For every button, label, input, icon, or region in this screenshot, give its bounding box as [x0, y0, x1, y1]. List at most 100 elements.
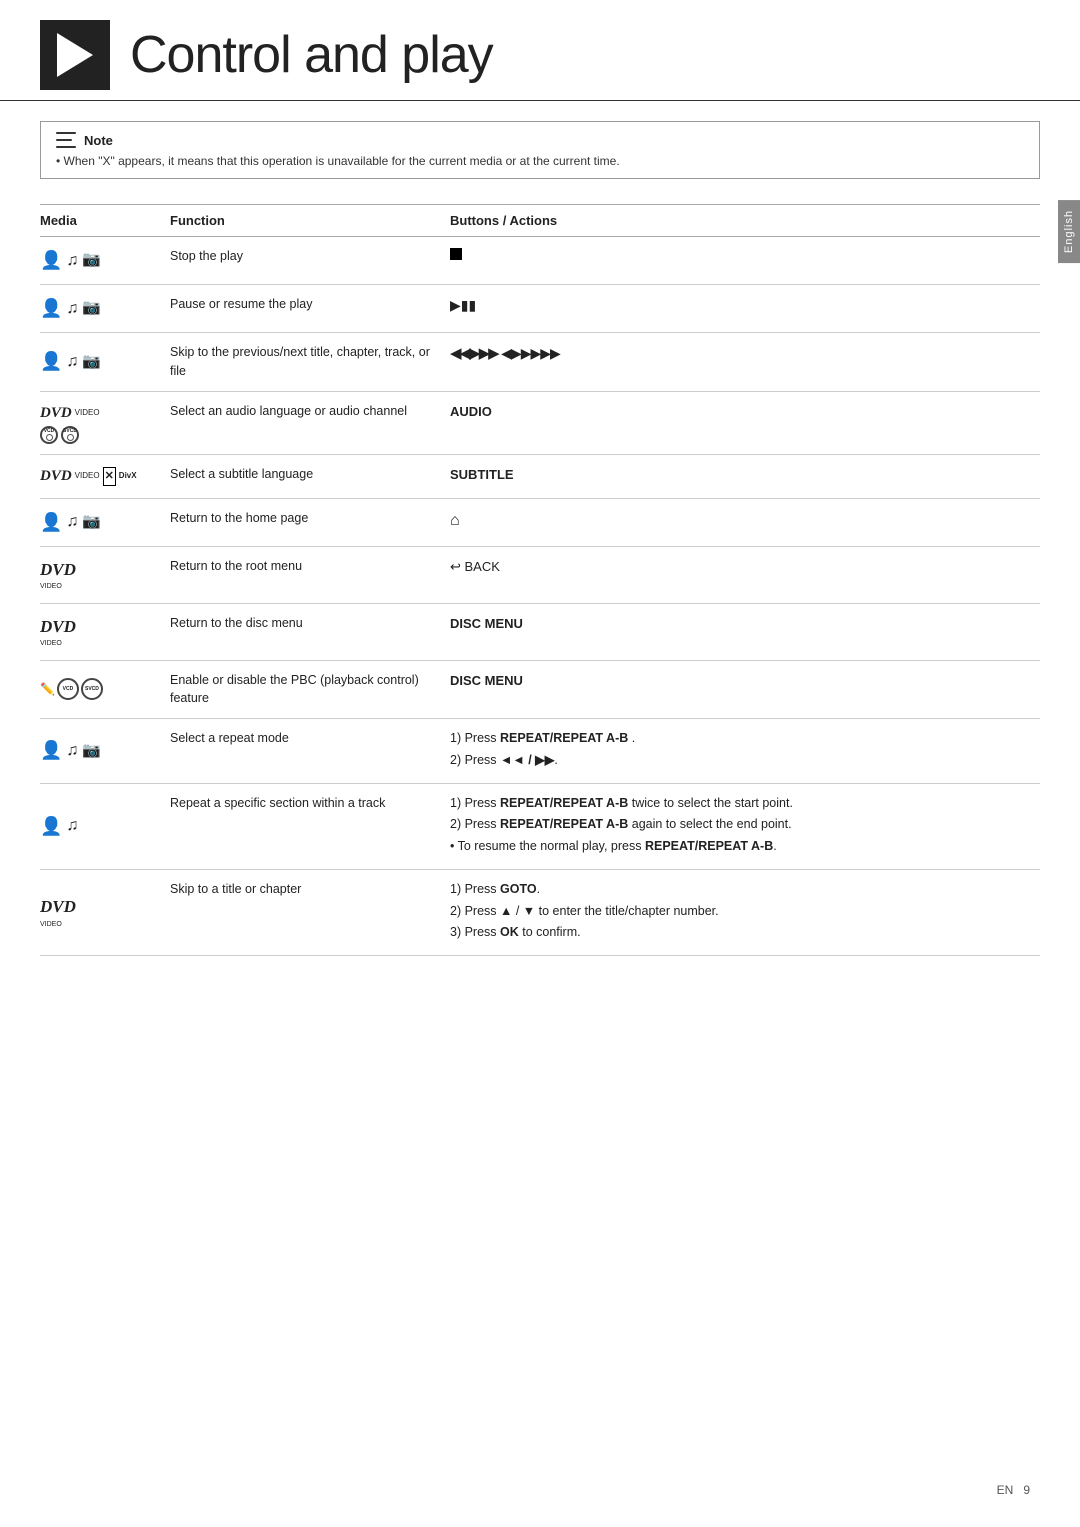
divx-label: ✕	[103, 467, 116, 486]
action-cell: ⌂	[450, 498, 1040, 546]
camera-icon: 📷	[82, 249, 101, 272]
vcd-icon: VCD	[57, 678, 79, 700]
footer-en: EN	[997, 1483, 1014, 1497]
function-cell: Pause or resume the play	[170, 285, 450, 333]
home-icon: ⌂	[450, 512, 460, 529]
note-box: Note • When "X" appears, it means that t…	[40, 121, 1040, 179]
media-icons: DVD VIDEO VCD SVCD	[40, 402, 160, 445]
table-row: 👤 ♫ 📷 Return to the home page ⌂	[40, 498, 1040, 546]
disc-menu-label-2: DISC MENU	[450, 673, 523, 688]
media-icons: 👤 ♫ 📷	[40, 509, 160, 536]
table-row: 👤 ♫ 📷 Stop the play	[40, 237, 1040, 285]
person-icon: 👤	[40, 737, 62, 764]
function-cell: Skip to a title or chapter	[170, 869, 450, 955]
media-cell: 👤 ♫ 📷	[40, 333, 170, 392]
action-cell: ↩ BACK	[450, 546, 1040, 603]
media-cell: DVD VIDEO VCD SVCD	[40, 391, 170, 455]
media-cell: 👤 ♫ 📷	[40, 719, 170, 784]
action-step: 2) Press ▲ / ▼ to enter the title/chapte…	[450, 902, 1030, 921]
note-icon	[56, 132, 76, 148]
action-step: 2) Press ◄◄ / ▶▶.	[450, 751, 1030, 770]
person-icon: 👤	[40, 295, 62, 322]
footer-page: 9	[1023, 1483, 1030, 1497]
action-step: 1) Press REPEAT/REPEAT A-B twice to sele…	[450, 794, 1030, 813]
action-step: 2) Press REPEAT/REPEAT A-B again to sele…	[450, 815, 1030, 834]
cd-pencil-icon: ✏️	[40, 680, 55, 698]
dvd-logo: DVD	[40, 465, 72, 488]
media-cell: DVD VIDEO	[40, 869, 170, 955]
side-tab-label: English	[1063, 210, 1075, 253]
back-icon: ↩ BACK	[450, 559, 500, 574]
audio-label: AUDIO	[450, 404, 492, 419]
function-cell: Enable or disable the PBC (playback cont…	[170, 660, 450, 719]
media-icons: DVD VIDEO	[40, 894, 160, 930]
media-icons: 👤 ♫ 📷	[40, 295, 160, 322]
action-cell: ▶▮▮	[450, 285, 1040, 333]
dvd-logo: DVD	[40, 894, 160, 920]
media-cell: 👤 ♫ 📷	[40, 498, 170, 546]
action-step: 1) Press REPEAT/REPEAT A-B .	[450, 729, 1030, 748]
action-cell: 1) Press GOTO. 2) Press ▲ / ▼ to enter t…	[450, 869, 1040, 955]
table-row: 👤 ♫ 📷 Pause or resume the play ▶▮▮	[40, 285, 1040, 333]
action-cell: ◀◀▶▶▶ ◀▶▶▶▶▶	[450, 333, 1040, 392]
media-cell: DVD VIDEO ✕ DivX	[40, 455, 170, 499]
play-pause-icon: ▶▮▮	[450, 297, 476, 313]
action-list: 1) Press GOTO. 2) Press ▲ / ▼ to enter t…	[450, 880, 1030, 942]
vcd-label: VIDEO	[75, 409, 100, 417]
table-row: 👤 ♫ Repeat a specific section within a t…	[40, 783, 1040, 869]
disc-menu-label: DISC MENU	[450, 616, 523, 631]
function-cell: Select a subtitle language	[170, 455, 450, 499]
page-title: Control and play	[130, 25, 493, 85]
music-icon: ♫	[66, 249, 78, 273]
table-row: DVD VIDEO Return to the disc menu DISC M…	[40, 603, 1040, 660]
dvd-logo: DVD	[40, 614, 160, 640]
media-icons: 👤 ♫	[40, 813, 160, 840]
function-cell: Repeat a specific section within a track	[170, 783, 450, 869]
subtitle-label: SUBTITLE	[450, 467, 514, 482]
action-step: • To resume the normal play, press REPEA…	[450, 837, 1030, 856]
table-row: DVD VIDEO Return to the root menu ↩ BACK	[40, 546, 1040, 603]
action-cell: 1) Press REPEAT/REPEAT A-B twice to sele…	[450, 783, 1040, 869]
camera-icon: 📷	[82, 511, 101, 534]
media-icons: DVD VIDEO ✕ DivX	[40, 465, 160, 488]
table-row: DVD VIDEO Skip to a title or chapter 1) …	[40, 869, 1040, 955]
person-icon: 👤	[40, 509, 62, 536]
stop-icon	[450, 248, 462, 260]
divx-text: DivX	[119, 470, 137, 482]
music-icon: ♫	[66, 350, 78, 374]
camera-icon: 📷	[82, 297, 101, 320]
dvd-video-sub: VIDEO	[40, 582, 160, 593]
media-cell: 👤 ♫	[40, 783, 170, 869]
svcd-disc-icon: SVCD	[61, 426, 79, 444]
media-cell: ✏️ VCD SVCD	[40, 660, 170, 719]
music-icon: ♫	[66, 739, 78, 763]
col-buttons: Buttons / Actions	[450, 205, 1040, 237]
dvd-video-sub: VIDEO	[40, 920, 160, 931]
media-cell: DVD VIDEO	[40, 603, 170, 660]
dvd-logo: DVD	[40, 402, 72, 425]
action-cell: DISC MENU	[450, 660, 1040, 719]
svcd-icon: SVCD	[81, 678, 103, 700]
skip-icon: ◀◀▶▶▶	[450, 345, 498, 362]
page-footer: EN 9	[997, 1483, 1030, 1497]
control-table: Media Function Buttons / Actions 👤 ♫ 📷 S…	[40, 204, 1040, 956]
person-icon: 👤	[40, 348, 62, 375]
dvd-logo: DVD	[40, 557, 160, 583]
person-icon: 👤	[40, 247, 62, 274]
media-cell: DVD VIDEO	[40, 546, 170, 603]
function-cell: Stop the play	[170, 237, 450, 285]
media-icons: 👤 ♫ 📷	[40, 348, 160, 375]
vcd-disc-icon: VCD	[40, 426, 58, 444]
function-cell: Skip to the previous/next title, chapter…	[170, 333, 450, 392]
action-cell: 1) Press REPEAT/REPEAT A-B . 2) Press ◄◄…	[450, 719, 1040, 784]
music-icon: ♫	[66, 814, 78, 838]
action-cell	[450, 237, 1040, 285]
function-cell: Return to the home page	[170, 498, 450, 546]
table-header-row: Media Function Buttons / Actions	[40, 205, 1040, 237]
play-icon-box	[40, 20, 110, 90]
action-list: 1) Press REPEAT/REPEAT A-B twice to sele…	[450, 794, 1030, 856]
camera-icon: 📷	[82, 740, 101, 763]
pbc-icons: ✏️ VCD SVCD	[40, 678, 160, 700]
music-icon: ♫	[66, 510, 78, 534]
media-cell: 👤 ♫ 📷	[40, 285, 170, 333]
